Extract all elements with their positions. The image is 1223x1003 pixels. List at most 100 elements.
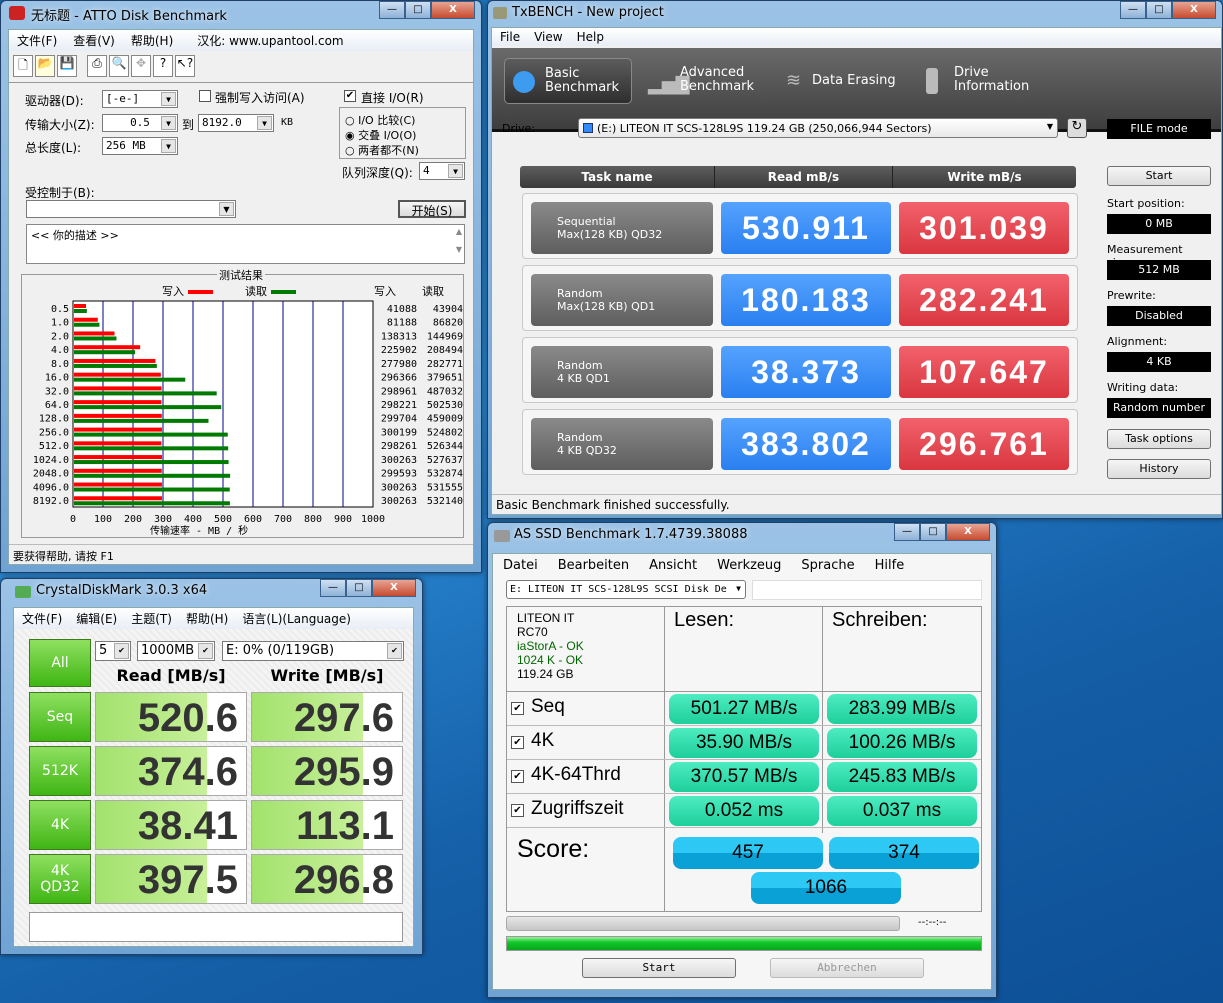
minimize-button[interactable]: — — [320, 579, 346, 597]
tab-advanced-benchmark[interactable]: ▂▅▇ Advanced Benchmark — [640, 58, 768, 104]
512k-button[interactable]: 512K — [29, 746, 91, 796]
results-group: 测试结果 写入 读取 写入 读取 0 100 200 300 400 500 600 700 8… — [21, 267, 464, 538]
cdm-menu: 文件(F) 编辑(E) 主题(T) 帮助(H) 语言(L)(Language) — [14, 608, 413, 629]
all-button[interactable]: All — [29, 639, 91, 687]
category-label: 512.0 — [39, 441, 69, 452]
open-icon[interactable]: 📂 — [35, 55, 55, 77]
drive-select[interactable]: (E:) LITEON IT SCS-128L9S 119.24 GB (250… — [578, 118, 1058, 138]
direct-io-checkbox[interactable]: ✔ — [344, 90, 356, 102]
new-icon[interactable]: 🗋 — [13, 55, 33, 77]
seq-checkbox[interactable]: ✔ — [511, 702, 524, 715]
tab-drive-information[interactable]: Drive Information — [920, 58, 1048, 104]
read-value: 370.57 MB/s — [669, 762, 819, 792]
start-button[interactable]: 开始(S) — [398, 200, 466, 218]
length-select[interactable]: 256 MB ▼ — [102, 137, 178, 155]
measurement-size-value: 512 MB — [1107, 260, 1211, 280]
move-icon[interactable]: ✥ — [131, 55, 151, 77]
4k-64thrd-checkbox[interactable]: ✔ — [511, 770, 524, 783]
4k-qd32-button[interactable]: 4K QD32 — [29, 854, 91, 904]
maximize-button[interactable]: □ — [405, 1, 431, 19]
close-button[interactable]: X — [1172, 1, 1216, 19]
menu-theme[interactable]: 主题(T) — [131, 610, 172, 627]
count-select[interactable]: 5 ✔ — [95, 641, 131, 661]
menu-view[interactable]: 查看(V) — [73, 32, 115, 49]
menu-language[interactable]: 语言(L)(Language) — [242, 610, 351, 627]
results-table: LITEON IT RC70 iaStorA - OK 1024 K - OK … — [506, 606, 982, 912]
save-icon[interactable]: 💾 — [57, 55, 77, 77]
menu-view[interactable]: View — [534, 30, 562, 44]
score-read: 457 — [673, 837, 823, 869]
menu-edit[interactable]: 编辑(E) — [76, 610, 117, 627]
drive-select[interactable]: E: 0% (0/119GB) ✔ — [222, 641, 404, 661]
info-textbox[interactable] — [752, 580, 982, 600]
maximize-button[interactable]: □ — [1146, 1, 1172, 19]
transfer-to-select[interactable]: 8192.0 ▼ — [198, 114, 274, 132]
radio-neither[interactable]: ○ 两者都不(N) — [345, 142, 419, 158]
start-button[interactable]: Start — [1107, 166, 1211, 186]
menu-werkzeug[interactable]: Werkzeug — [717, 558, 781, 573]
menu-sprache[interactable]: Sprache — [801, 558, 854, 573]
4k-checkbox[interactable]: ✔ — [511, 736, 524, 749]
description-textarea[interactable]: << 你的描述 >> ▲ ▼ — [26, 224, 465, 264]
print-icon[interactable]: ⎙ — [87, 55, 107, 77]
comment-input[interactable] — [29, 912, 403, 942]
4k-qd32-write-value: 296.8 — [251, 854, 403, 904]
task-name: Random Max(128 KB) QD1 — [531, 274, 713, 326]
menu-help[interactable]: 帮助(H) — [131, 32, 173, 49]
bar-read — [74, 377, 186, 382]
access-time-checkbox[interactable]: ✔ — [511, 804, 524, 817]
force-write-checkbox[interactable] — [199, 90, 211, 102]
scrollbar[interactable]: ▲ ▼ — [456, 227, 462, 254]
menu-ansicht[interactable]: Ansicht — [649, 558, 697, 573]
controlled-by-select[interactable]: ▼ — [26, 200, 236, 218]
task-name: Random 4 KB QD32 — [531, 418, 713, 470]
cdm-app-icon — [15, 586, 31, 598]
radio-io-compare[interactable]: ○ I/O 比较(C) — [345, 112, 415, 128]
drive-select[interactable]: E: LITEON IT SCS-128L9S SCSI Disk De ▼ — [506, 580, 746, 599]
history-button[interactable]: History — [1107, 459, 1211, 479]
minimize-button[interactable]: — — [1120, 1, 1146, 19]
tab-data-erasing[interactable]: ≋ Data Erasing — [782, 58, 910, 104]
value-read: 526344 — [427, 441, 463, 452]
queue-depth-select[interactable]: 4 ▼ — [419, 162, 465, 180]
atto-menu: 文件(F) 查看(V) 帮助(H) 汉化: www.upantool.com — [9, 30, 473, 51]
txbench-window: TxBENCH - New project — □ X File View Help… — [487, 0, 1223, 519]
menu-datei[interactable]: Datei — [503, 558, 538, 573]
menu-help[interactable]: Help — [577, 30, 604, 44]
preview-icon[interactable]: 🔍 — [109, 55, 129, 77]
menu-bearbeiten[interactable]: Bearbeiten — [558, 558, 629, 573]
abort-button[interactable]: Abbrechen — [770, 958, 924, 978]
x-tick-label: 200 — [124, 514, 142, 525]
task-options-button[interactable]: Task options — [1107, 429, 1211, 449]
4k-qd32-read-value: 397.5 — [95, 854, 247, 904]
menu-help[interactable]: 帮助(H) — [186, 610, 228, 627]
close-button[interactable]: X — [372, 579, 416, 597]
minimize-button[interactable]: — — [894, 523, 920, 541]
category-label: 1024.0 — [33, 455, 69, 466]
maximize-button[interactable]: □ — [920, 523, 946, 541]
tab-basic-benchmark[interactable]: Basic Benchmark — [504, 58, 632, 104]
start-button[interactable]: Start — [582, 958, 736, 978]
close-button[interactable]: X — [946, 523, 990, 541]
drive-select[interactable]: [-e-] ▼ — [102, 90, 178, 108]
menu-file[interactable]: 文件(F) — [22, 610, 62, 627]
category-label: 16.0 — [45, 373, 69, 384]
context-help-icon[interactable]: ↖? — [175, 55, 195, 77]
radio-overlapped-io[interactable]: ◉ 交叠 I/O(O) — [345, 127, 416, 143]
close-button[interactable]: X — [431, 1, 475, 19]
transfer-from-select[interactable]: 0.5 ▼ — [102, 114, 178, 132]
seq-button[interactable]: Seq — [29, 692, 91, 742]
4k-button[interactable]: 4K — [29, 800, 91, 850]
read-value: 0.052 ms — [669, 796, 819, 826]
size-select[interactable]: 1000MB ✔ — [137, 641, 215, 661]
menu-file[interactable]: 文件(F) — [17, 32, 57, 49]
menu-hilfe[interactable]: Hilfe — [875, 558, 905, 573]
menu-file[interactable]: File — [500, 30, 520, 44]
maximize-button[interactable]: □ — [346, 579, 372, 597]
refresh-icon[interactable]: ↻ — [1067, 118, 1087, 138]
writing-data-label: Writing data: — [1107, 381, 1179, 394]
minimize-button[interactable]: — — [379, 1, 405, 19]
category-label: 256.0 — [39, 427, 69, 438]
score-write: 374 — [829, 837, 979, 869]
help-icon[interactable]: ? — [153, 55, 173, 77]
